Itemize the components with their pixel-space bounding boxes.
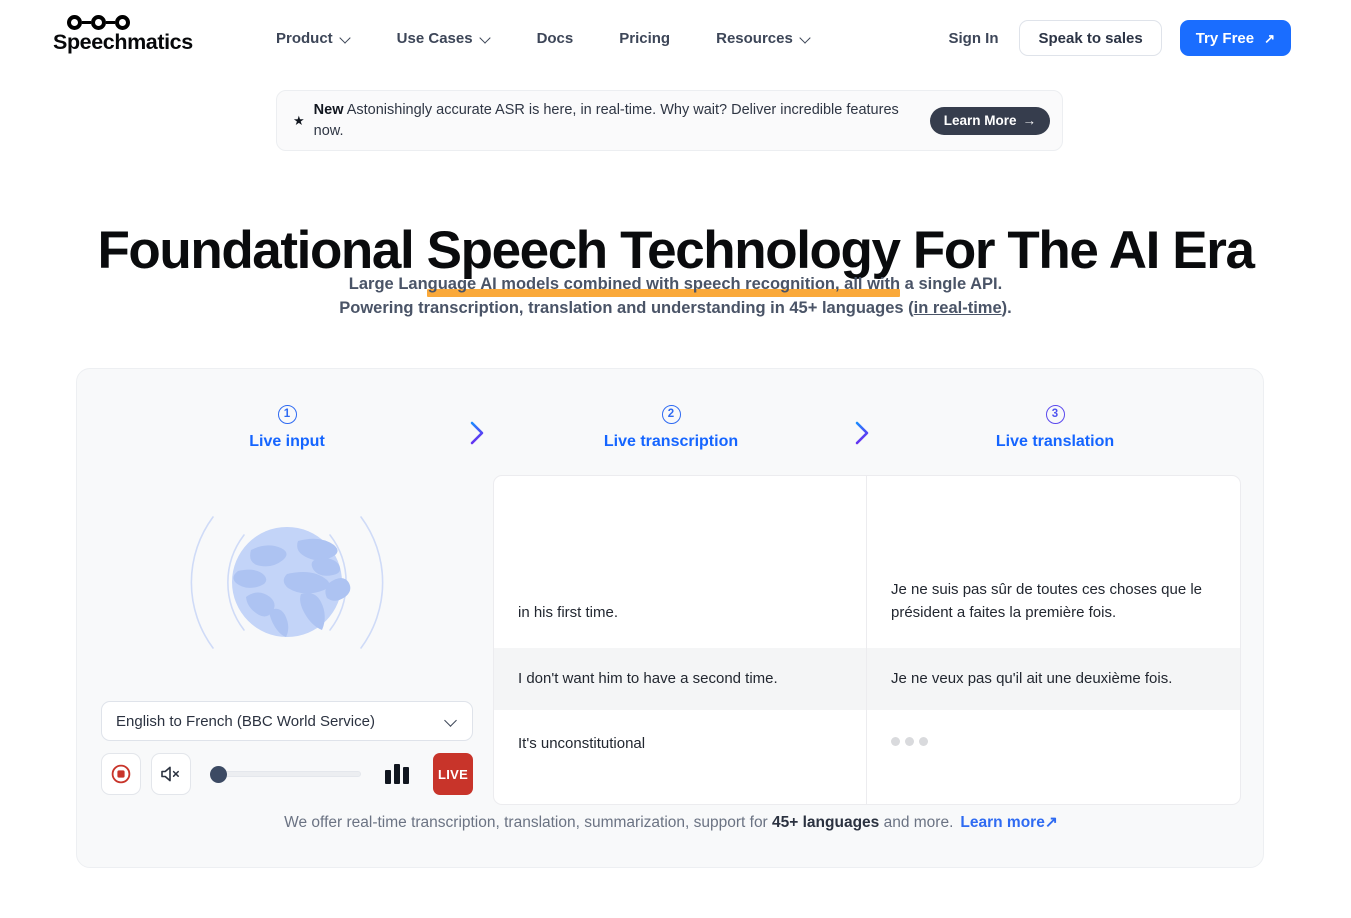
nav-label: Use Cases <box>396 29 473 47</box>
transcription-panels: in his first time. Je ne suis pas sûr de… <box>493 475 1241 805</box>
arrow-up-right-icon: ↗ <box>1264 30 1275 46</box>
speaker-mute-icon <box>161 766 179 782</box>
footer-text-post: and more. <box>879 814 954 831</box>
nav-label: Product <box>276 29 333 47</box>
banner-cta-label: Learn More <box>943 113 1017 129</box>
live-demo-card: 1 Live input 2 Live transcription 3 Live… <box>76 368 1264 868</box>
volume-slider-knob[interactable] <box>209 766 227 783</box>
volume-slider[interactable] <box>209 766 362 783</box>
language-select[interactable]: English to French (BBC World Service) <box>101 701 473 741</box>
subtitle-pre: Powering transcription, translation and … <box>339 299 914 318</box>
nav-label: Docs <box>536 29 574 47</box>
star-icon: ★ <box>293 113 305 129</box>
try-free-label: Try Free <box>1195 29 1255 47</box>
transcription-cell: It's unconstitutional <box>494 710 867 804</box>
main-nav: Product Use Cases Docs Pricing Resources <box>276 0 811 76</box>
step-number-3: 3 <box>1045 405 1065 424</box>
try-free-button[interactable]: Try Free ↗ <box>1179 20 1291 56</box>
demo-footer: We offer real-time transcription, transl… <box>77 813 1265 832</box>
announcement-banner: ★ New Astonishingly accurate ASR is here… <box>276 90 1063 152</box>
banner-tag: New <box>313 102 344 118</box>
step-live-input: 1 Live input <box>167 405 407 451</box>
step-label-1: Live input <box>249 433 325 450</box>
landing-page: Speechmatics Product Use Cases Docs Pric… <box>0 0 1351 918</box>
step-number-1: 1 <box>277 405 297 424</box>
speak-to-sales-button[interactable]: Speak to sales <box>1019 20 1162 56</box>
demo-learn-more-link[interactable]: Learn more↗ <box>960 814 1057 831</box>
nav-item-product[interactable]: Product <box>276 30 351 47</box>
translation-cell-pending <box>867 710 1240 804</box>
in-real-time-link[interactable]: in real-time <box>914 299 1002 317</box>
nav-item-pricing[interactable]: Pricing <box>619 30 670 47</box>
chevron-right-icon <box>467 419 489 447</box>
chevron-down-icon <box>800 33 811 44</box>
loading-dots-icon <box>891 732 928 746</box>
arrow-up-right-icon: ↗ <box>1044 814 1058 831</box>
table-row: in his first time. Je ne suis pas sûr de… <box>494 476 1240 648</box>
hero-subtitle-line2: Powering transcription, translation and … <box>0 296 1351 320</box>
banner-message: Astonishingly accurate ASR is here, in r… <box>313 102 899 139</box>
nav-item-use-cases[interactable]: Use Cases <box>397 30 491 47</box>
translation-cell: Je ne veux pas qu'il ait une deuxième fo… <box>891 670 1173 688</box>
banner-text: New Astonishingly accurate ASR is here, … <box>314 100 930 141</box>
step-number-2: 2 <box>661 405 681 424</box>
demo-steps: 1 Live input 2 Live transcription 3 Live… <box>77 405 1265 463</box>
nav-label: Resources <box>716 29 793 47</box>
transcription-cell: I don't want him to have a second time. <box>494 648 867 710</box>
chevron-down-icon <box>445 715 458 728</box>
table-row: It's unconstitutional <box>494 710 1240 804</box>
audio-controls: LIVE <box>101 753 473 795</box>
chevron-down-icon <box>340 33 351 44</box>
audio-levels-icon[interactable] <box>385 764 410 784</box>
title-part-pre: Foundational <box>97 220 427 280</box>
hero-subtitle-line1: Large Language AI models combined with s… <box>348 275 1003 293</box>
stop-recording-icon <box>111 764 131 784</box>
language-select-value: English to French (BBC World Service) <box>116 712 375 730</box>
logo-text: Speechmatics <box>53 30 193 54</box>
logo[interactable]: Speechmatics <box>53 14 193 55</box>
step-label-2: Live transcription <box>603 433 739 450</box>
hero-subtitle: Large Language AI models combined with s… <box>0 272 1351 321</box>
mute-button[interactable] <box>150 753 191 795</box>
translation-cell: Je ne suis pas sûr de toutes ces choses … <box>891 580 1203 621</box>
title-part-post: For The AI Era <box>899 220 1255 280</box>
stop-recording-button[interactable] <box>101 753 141 795</box>
banner-learn-more-button[interactable]: Learn More → <box>929 106 1050 135</box>
nav-label: Pricing <box>619 29 671 47</box>
chevron-right-icon <box>852 419 874 447</box>
transcription-cell: in his first time. <box>494 476 867 648</box>
step-live-translation: 3 Live translation <box>935 405 1175 451</box>
footer-text-pre: We offer real-time transcription, transl… <box>284 814 773 831</box>
chevron-down-icon <box>480 33 491 44</box>
sign-in-link[interactable]: Sign In <box>948 30 998 47</box>
learn-more-label: Learn more <box>960 814 1045 831</box>
footer-text-bold: 45+ languages <box>772 814 880 831</box>
table-row: I don't want him to have a second time. … <box>494 648 1240 710</box>
nav-item-resources[interactable]: Resources <box>716 30 811 47</box>
speechmatics-logo-icon <box>67 14 130 30</box>
globe-with-soundwaves-icon <box>101 475 473 690</box>
nav-item-docs[interactable]: Docs <box>537 30 574 47</box>
step-label-3: Live translation <box>995 433 1115 450</box>
header-actions: Sign In Speak to sales Try Free ↗ <box>948 0 1291 76</box>
step-live-transcription: 2 Live transcription <box>551 405 791 451</box>
subtitle-post: ). <box>1001 299 1012 318</box>
live-status-badge[interactable]: LIVE <box>433 753 473 795</box>
arrow-right-icon: → <box>1022 113 1037 129</box>
site-header: Speechmatics Product Use Cases Docs Pric… <box>0 0 1351 76</box>
